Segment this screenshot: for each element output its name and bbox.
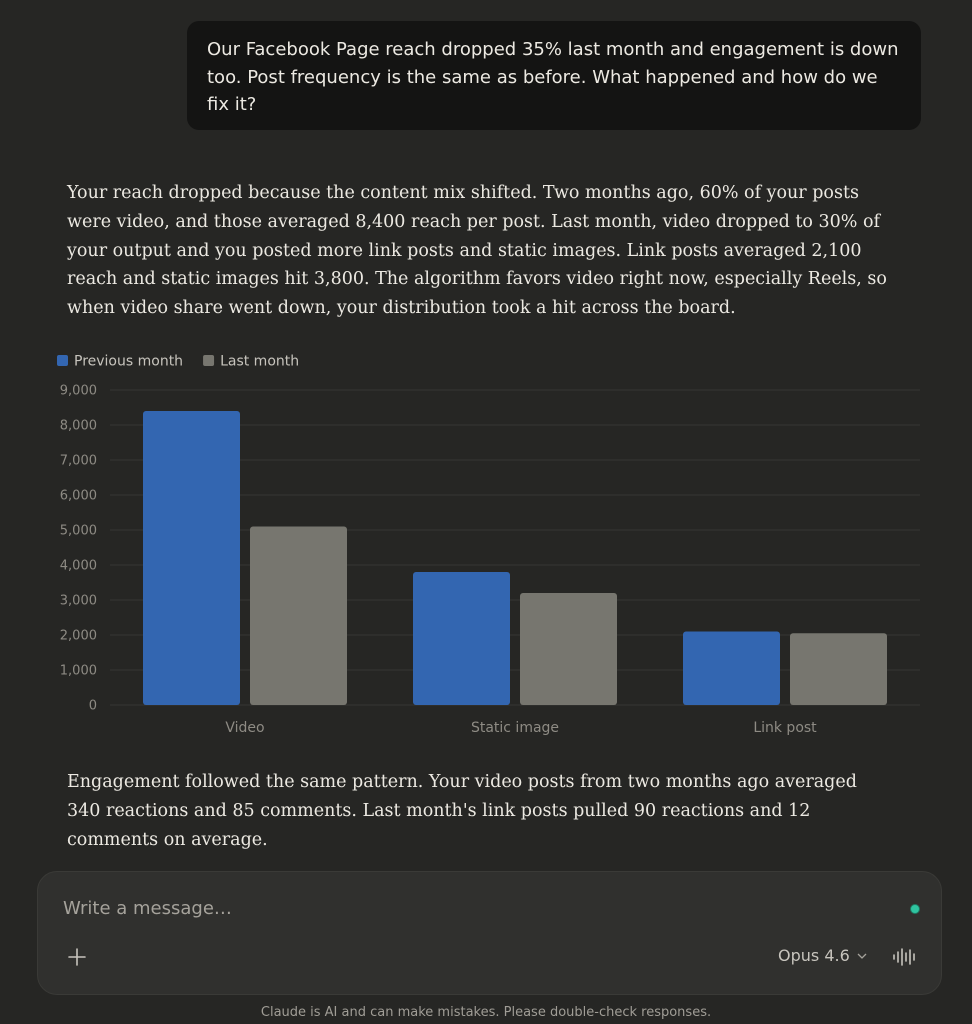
- bar: [520, 593, 617, 705]
- y-tick-label: 3,000: [60, 594, 97, 609]
- legend-swatch: [203, 355, 215, 366]
- user-message-text: Our Facebook Page reach dropped 35% last…: [207, 39, 899, 115]
- bar: [683, 631, 780, 705]
- legend-label: Last month: [220, 354, 299, 370]
- y-tick-label: 2,000: [60, 629, 97, 644]
- x-tick-label: Link post: [753, 720, 817, 736]
- x-tick-label: Static image: [471, 720, 559, 736]
- bar: [413, 572, 510, 705]
- y-tick-label: 7,000: [60, 454, 97, 469]
- message-composer: Write a message… Opus 4.6: [37, 871, 942, 995]
- footer-disclaimer: Claude is AI and can make mistakes. Plea…: [260, 1005, 712, 1020]
- model-label: Opus 4.6: [778, 946, 850, 965]
- assistant-reply-paragraph-1: Your reach dropped because the content m…: [67, 183, 887, 319]
- voice-waveform-icon: [893, 948, 915, 966]
- user-message-bubble: Our Facebook Page reach dropped 35% last…: [187, 21, 921, 130]
- status-dot-icon: [910, 904, 920, 914]
- add-attachment-button[interactable]: [64, 944, 90, 970]
- y-tick-label: 5,000: [60, 524, 97, 539]
- assistant-reply-paragraph-2: Engagement followed the same pattern. Yo…: [67, 772, 857, 850]
- y-tick-label: 8,000: [60, 419, 97, 434]
- y-tick-label: 9,000: [60, 384, 97, 399]
- bar: [250, 526, 347, 705]
- message-input[interactable]: Write a message…: [63, 898, 232, 919]
- bar: [790, 633, 887, 705]
- y-tick-label: 0: [89, 699, 97, 714]
- x-tick-label: Video: [225, 720, 264, 736]
- y-tick-label: 6,000: [60, 489, 97, 504]
- y-tick-label: 4,000: [60, 559, 97, 574]
- y-tick-label: 1,000: [60, 664, 97, 679]
- bar: [143, 411, 240, 705]
- legend-swatch: [57, 355, 68, 366]
- legend-label: Previous month: [74, 354, 183, 370]
- plus-icon: [68, 948, 86, 966]
- voice-mode-button[interactable]: [890, 946, 920, 968]
- chevron-down-icon: [857, 953, 867, 959]
- reach-bar-chart: 0 1,000 2,000 3,000 4,000 5,000 6,000 7,000 8,00…: [57, 354, 920, 736]
- model-selector[interactable]: Opus 4.6: [778, 946, 868, 965]
